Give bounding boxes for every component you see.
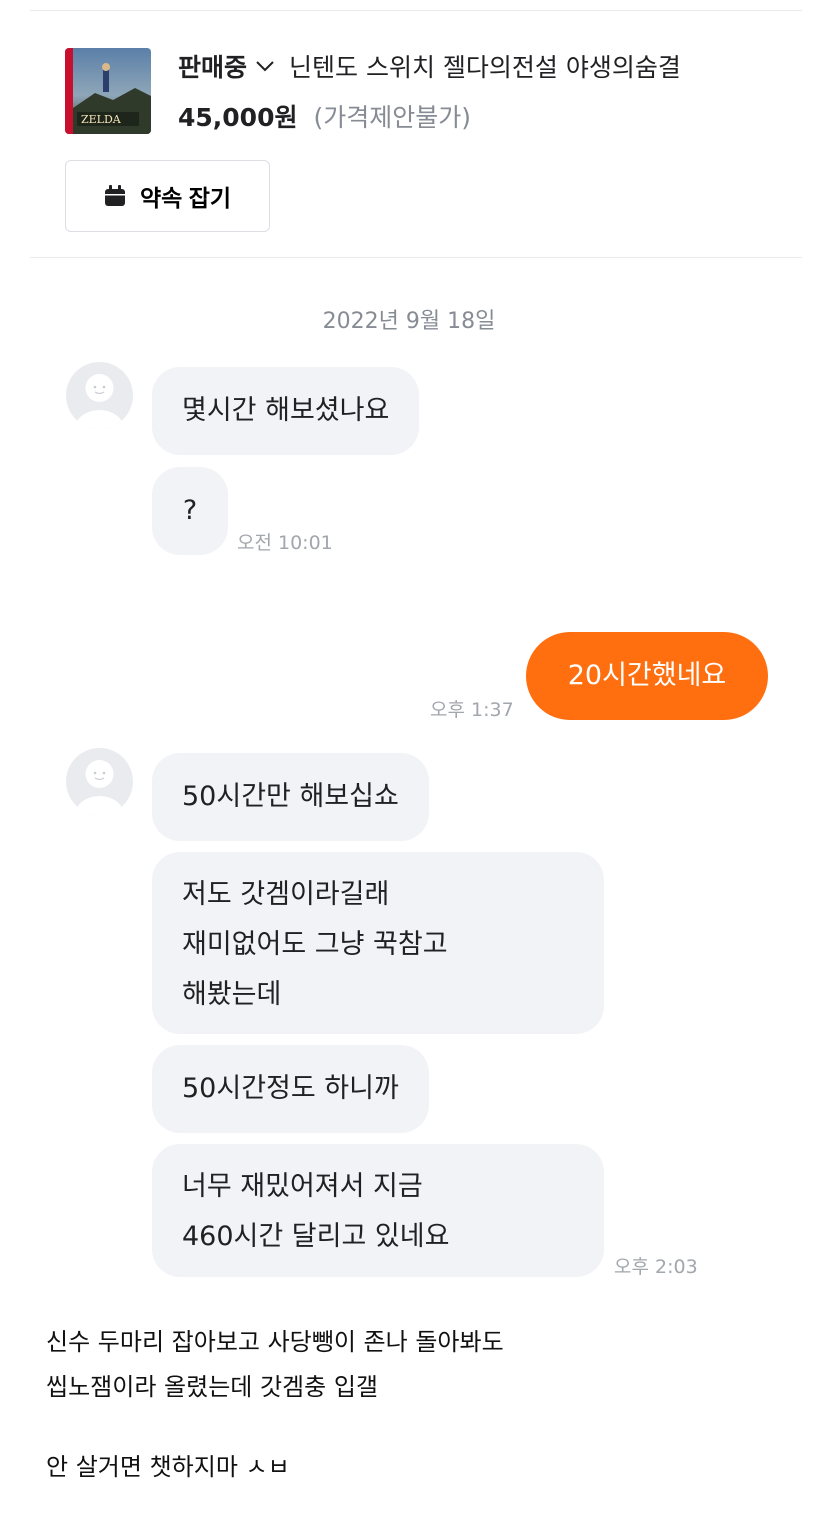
message-line: 해봤는데 [182, 979, 282, 1010]
appointment-label: 약속 잡기 [139, 185, 232, 211]
message-line: 너무 재밌어져서 지금 [182, 1171, 423, 1202]
default-avatar-icon[interactable] [66, 362, 133, 429]
caption-line: 안 살거면 챗하지마 ㅅㅂ [46, 1453, 290, 1481]
sale-status[interactable]: 판매중 [178, 48, 247, 84]
message-bubble[interactable]: 저도 갓겜이라길래 재미없어도 그냥 꾹참고 해봤는데 [152, 852, 604, 1034]
product-price: 45,000원 [178, 103, 298, 132]
svg-text:ZELDA: ZELDA [81, 113, 122, 126]
message-timestamp: 오후 2:03 [614, 1256, 698, 1278]
message-bubble[interactable]: 50시간만 해보십쇼 [152, 753, 429, 841]
message-line: 재미없어도 그냥 꾹참고 [182, 929, 448, 960]
default-avatar-icon[interactable] [66, 748, 133, 815]
message-bubble[interactable]: 너무 재밌어져서 지금 460시간 달리고 있네요 [152, 1144, 604, 1277]
my-message-bubble[interactable]: 20시간했네요 [526, 632, 768, 720]
chevron-down-icon[interactable] [255, 60, 275, 72]
product-card: ZELDA 판매중 닌텐도 스위치 젤다의전설 야생의숨결 45,000원 (가… [30, 30, 802, 258]
product-thumbnail[interactable]: ZELDA [65, 48, 151, 134]
caption-line: 씹노잼이라 올렸는데 갓겜충 입갤 [46, 1373, 379, 1401]
caption-line: 신수 두마리 잡아보고 사당뺑이 존나 돌아봐도 [46, 1328, 504, 1356]
price-note: (가격제안불가) [313, 103, 471, 132]
product-title-row: 판매중 닌텐도 스위치 젤다의전설 야생의숨결 [178, 48, 681, 84]
message-bubble[interactable]: 몇시간 해보셨나요 [152, 367, 420, 455]
message-timestamp: 오후 1:37 [430, 699, 514, 721]
message-line: 460시간 달리고 있네요 [182, 1221, 450, 1252]
chat-date-separator: 2022년 9월 18일 [322, 309, 496, 334]
message-bubble[interactable]: ? [152, 467, 228, 555]
message-line: 저도 갓겜이라길래 [182, 879, 390, 910]
message-timestamp: 오전 10:01 [237, 532, 333, 554]
appointment-button[interactable]: 약속 잡기 [65, 160, 270, 232]
calendar-icon [104, 185, 126, 207]
product-title: 닌텐도 스위치 젤다의전설 야생의숨결 [289, 53, 681, 82]
product-price-row: 45,000원 (가격제안불가) [178, 98, 471, 134]
message-bubble[interactable]: 50시간정도 하니까 [152, 1045, 429, 1133]
top-divider [30, 10, 802, 11]
